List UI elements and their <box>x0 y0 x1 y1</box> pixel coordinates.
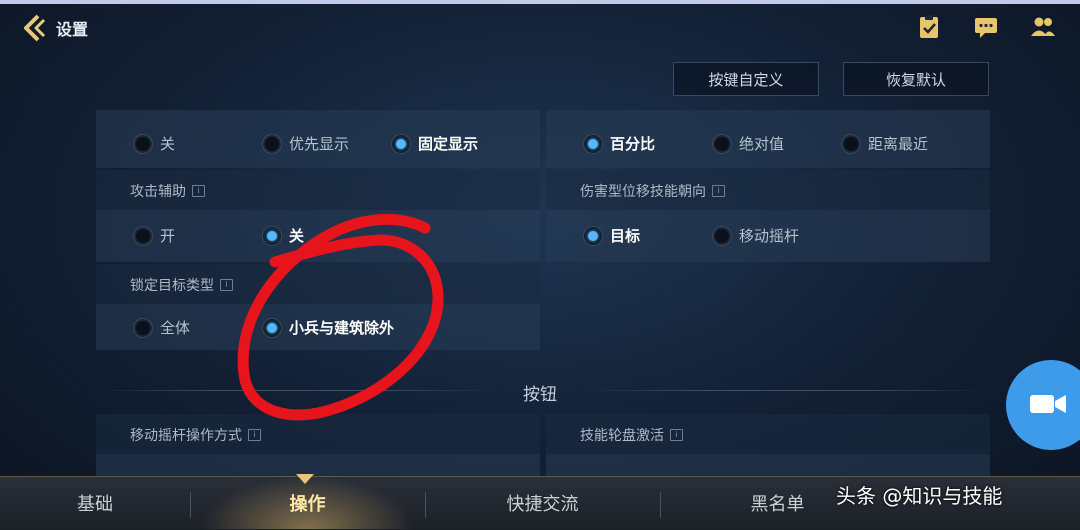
page-title: 设置 <box>56 20 89 39</box>
tab-separator <box>660 492 661 518</box>
radio-priority-display[interactable]: 优先显示 <box>263 133 349 154</box>
radio-label: 开 <box>160 227 176 245</box>
radio-label: 小兵与建筑除外 <box>289 319 395 337</box>
radio-label: 目标 <box>610 227 641 245</box>
info-icon[interactable]: i <box>670 429 683 441</box>
move-joystick-label: 移动摇杆操作方式 i <box>130 425 261 445</box>
tab-quick-chat[interactable]: 快捷交流 <box>430 476 655 529</box>
attack-assist-label-text: 攻击辅助 <box>130 184 186 200</box>
tab-operation[interactable]: 操作 <box>200 476 415 529</box>
radio-label: 距离最近 <box>868 135 929 153</box>
radio-dot <box>134 318 152 337</box>
info-icon[interactable]: i <box>220 279 233 291</box>
friends-icon[interactable] <box>1029 14 1057 40</box>
attack-assist-label: 攻击辅助 i <box>130 181 205 201</box>
video-camera-icon <box>1030 395 1066 413</box>
radio-fixed-display[interactable]: 固定显示 <box>392 133 478 154</box>
info-icon[interactable]: i <box>712 185 725 197</box>
radio-dot <box>713 226 731 245</box>
info-icon[interactable]: i <box>248 429 261 441</box>
radio-dot-selected <box>263 318 281 337</box>
radio-label: 移动摇杆 <box>739 227 800 245</box>
tab-separator <box>190 492 191 518</box>
clipboard-check-icon[interactable] <box>915 14 943 40</box>
radio-nearest[interactable]: 距离最近 <box>842 133 928 154</box>
radio-all-targets[interactable]: 全体 <box>134 317 190 338</box>
radio-absolute[interactable]: 绝对值 <box>713 133 784 154</box>
radio-off-display[interactable]: 关 <box>134 133 175 154</box>
radio-attack-assist-on[interactable]: 开 <box>134 225 175 246</box>
damage-skill-label: 伤害型位移技能朝向 i <box>580 181 725 201</box>
radio-dot <box>134 226 152 245</box>
move-joystick-panel <box>96 454 540 476</box>
radio-label: 绝对值 <box>739 135 785 153</box>
section-divider-right <box>584 390 990 391</box>
top-stripe <box>0 0 1080 4</box>
custom-keys-button[interactable]: 按键自定义 <box>673 62 819 96</box>
back-button[interactable]: 设置 <box>22 12 102 44</box>
radio-label: 百分比 <box>610 135 656 153</box>
radio-exclude-minions-buildings[interactable]: 小兵与建筑除外 <box>263 317 394 338</box>
tab-basic[interactable]: 基础 <box>0 476 190 529</box>
radio-dot-selected <box>263 226 281 245</box>
radio-move-joystick[interactable]: 移动摇杆 <box>713 225 799 246</box>
skill-wheel-label-text: 技能轮盘激活 <box>580 428 664 444</box>
lock-target-label-text: 锁定目标类型 <box>130 278 214 294</box>
watermark: 头条 @知识与技能 <box>836 484 1003 508</box>
radio-dot-selected <box>584 226 602 245</box>
radio-label: 关 <box>289 227 305 245</box>
damage-skill-label-text: 伤害型位移技能朝向 <box>580 184 706 200</box>
radio-percentage[interactable]: 百分比 <box>584 133 655 154</box>
chat-bubble-icon[interactable] <box>972 14 1000 40</box>
lock-target-label: 锁定目标类型 i <box>130 275 233 295</box>
radio-dot <box>842 134 860 153</box>
section-divider-left <box>96 390 496 391</box>
radio-label: 固定显示 <box>418 135 479 153</box>
buttons-section-title: 按钮 <box>523 385 557 405</box>
record-video-button[interactable] <box>1006 360 1080 450</box>
tab-separator <box>425 492 426 518</box>
chevron-left-icon <box>24 14 46 42</box>
radio-label: 优先显示 <box>289 135 350 153</box>
radio-dot-selected <box>584 134 602 153</box>
info-icon[interactable]: i <box>192 185 205 197</box>
skill-wheel-panel <box>546 454 990 476</box>
radio-dot <box>134 134 152 153</box>
radio-target[interactable]: 目标 <box>584 225 640 246</box>
restore-default-button[interactable]: 恢复默认 <box>843 62 989 96</box>
move-joystick-label-text: 移动摇杆操作方式 <box>130 428 242 444</box>
radio-dot <box>263 134 281 153</box>
radio-label: 关 <box>160 135 176 153</box>
radio-attack-assist-off[interactable]: 关 <box>263 225 304 246</box>
radio-dot-selected <box>392 134 410 153</box>
radio-dot <box>713 134 731 153</box>
skill-wheel-label: 技能轮盘激活 i <box>580 425 683 445</box>
radio-label: 全体 <box>160 319 191 337</box>
